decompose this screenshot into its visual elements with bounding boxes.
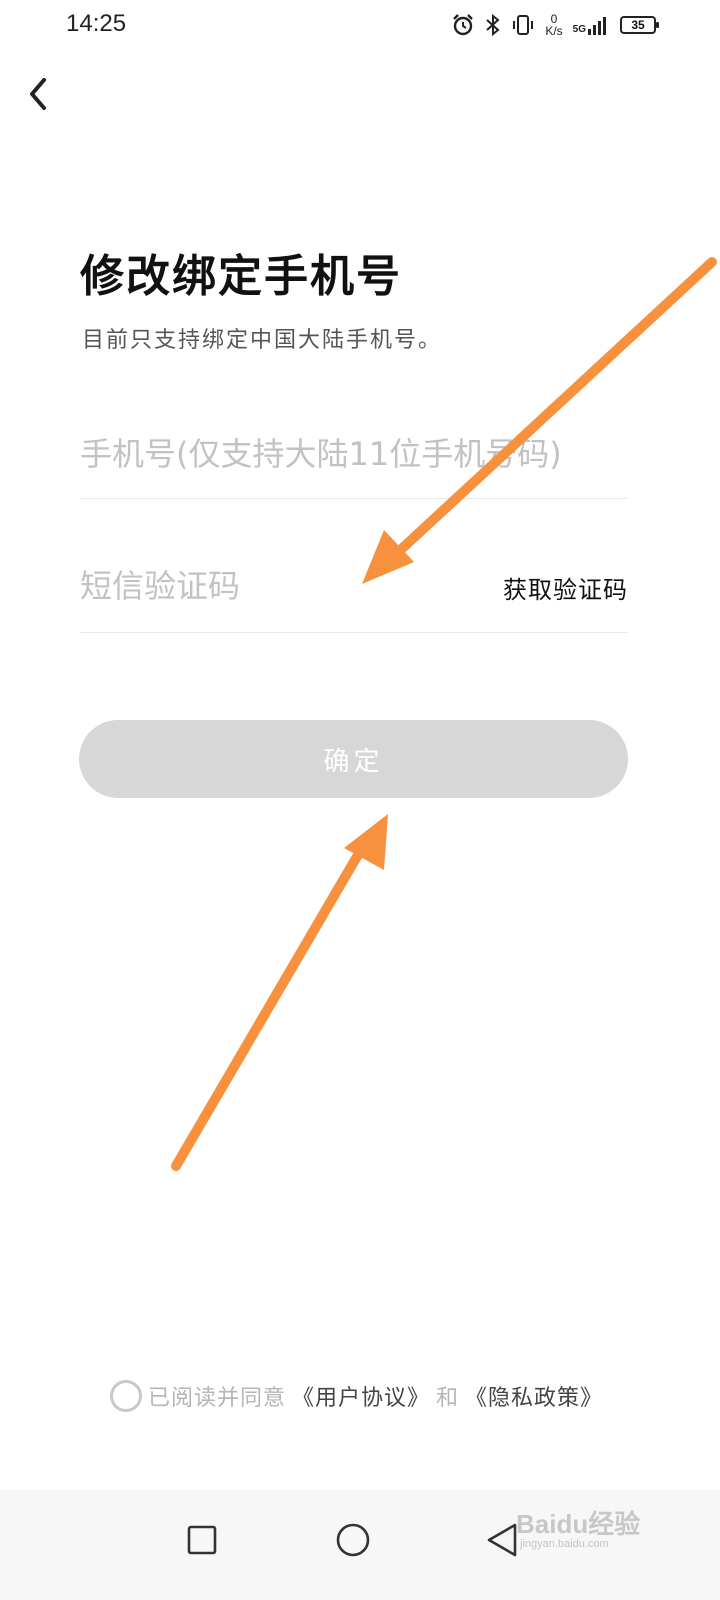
net-speed: 0 K/s <box>545 13 562 37</box>
agree-checkbox[interactable] <box>110 1380 142 1412</box>
sms-code-input[interactable] <box>80 556 460 616</box>
battery-level: 35 <box>631 18 645 32</box>
confirm-button[interactable]: 确定 <box>79 720 628 798</box>
status-bar: 14:25 0 K/s 5G 35 <box>0 0 720 50</box>
agreement-and: 和 <box>436 1386 460 1411</box>
net-speed-unit: K/s <box>545 24 563 38</box>
signal-icon: 5G <box>573 15 610 35</box>
agreement-prefix: 已阅读并同意 <box>148 1386 287 1411</box>
alarm-icon <box>451 13 475 37</box>
bluetooth-icon <box>485 13 501 37</box>
net-type-label: 5G <box>572 24 586 35</box>
phone-input[interactable] <box>80 424 628 484</box>
arrow-to-confirm-button <box>171 814 388 1171</box>
user-agreement-link[interactable]: 《用户协议》 <box>292 1380 430 1412</box>
sms-code-field: 获取验证码 <box>80 556 628 633</box>
home-icon <box>336 1523 370 1557</box>
phone-field <box>80 424 628 499</box>
page-title: 修改绑定手机号 <box>80 251 402 302</box>
vibrate-icon <box>511 13 535 37</box>
recent-apps-button[interactable] <box>172 1510 232 1570</box>
chevron-left-icon <box>30 78 46 110</box>
status-icons: 0 K/s 5G 35 <box>451 10 659 40</box>
watermark-url: jingyan.baidu.com <box>520 1538 609 1550</box>
battery-icon: 35 <box>620 16 659 34</box>
agreement-row: 已阅读并同意 《用户协议》 和 《隐私政策》 <box>110 1376 603 1416</box>
back-button[interactable] <box>18 70 58 118</box>
privacy-policy-link[interactable]: 《隐私政策》 <box>465 1380 603 1412</box>
baidu-watermark: Baidu经验 jingyan.baidu.com <box>512 1500 672 1560</box>
recent-apps-icon <box>187 1525 217 1555</box>
arrow-to-sms-field <box>362 257 717 584</box>
get-code-button[interactable]: 获取验证码 <box>503 570 628 605</box>
home-button[interactable] <box>323 1510 383 1570</box>
status-time: 14:25 <box>66 10 127 37</box>
watermark-brand: Baidu经验 <box>516 1509 641 1539</box>
page-subtitle: 目前只支持绑定中国大陆手机号。 <box>82 328 443 353</box>
